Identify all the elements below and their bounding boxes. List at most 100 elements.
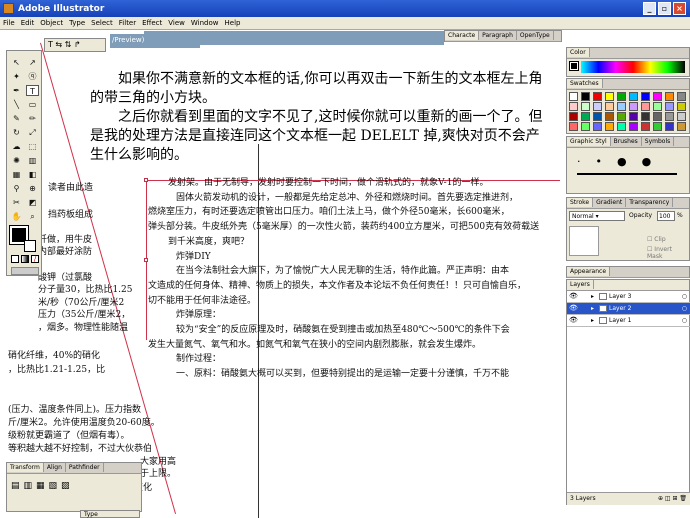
pencil-tool-icon[interactable]: ✏ — [26, 113, 39, 124]
eye-icon[interactable]: 👁 — [569, 303, 578, 314]
layer-actions-icons[interactable]: ⊕ ◫ ⊞ 🗑 — [658, 495, 687, 502]
invert-mask-checkbox[interactable]: ☐ Invert Mask — [647, 246, 689, 260]
swatch[interactable] — [605, 92, 614, 101]
lasso-tool-icon[interactable]: ⓠ — [26, 71, 39, 82]
menu-item-window[interactable]: Window — [188, 17, 222, 27]
swatch[interactable] — [593, 92, 602, 101]
swatch[interactable] — [617, 122, 626, 131]
target-icon[interactable]: ○ — [682, 315, 687, 326]
menu-item-type[interactable]: Type — [66, 17, 88, 27]
tab-color[interactable]: Color — [567, 48, 590, 57]
tab-swatches[interactable]: Swatches — [567, 79, 603, 88]
swatch[interactable] — [641, 122, 650, 131]
swatch[interactable] — [629, 92, 638, 101]
color-mode-icon[interactable] — [11, 255, 19, 263]
align-icons[interactable]: ▤▥▦▧▨ — [11, 481, 74, 491]
tab-symbols[interactable]: Symbols — [642, 137, 675, 146]
swatch-grid[interactable] — [567, 90, 690, 134]
swatch[interactable] — [677, 112, 686, 121]
layer-row[interactable]: 👁 ▸ Layer 1 ○ — [567, 315, 690, 327]
swatch[interactable] — [665, 92, 674, 101]
tab-align[interactable]: Align — [44, 463, 66, 472]
brush-dots-icon[interactable]: ·•●● — [577, 155, 666, 168]
maximize-icon[interactable]: ▫ — [658, 2, 671, 15]
type-tool-icon[interactable]: T — [26, 85, 39, 96]
swatch[interactable] — [617, 92, 626, 101]
blend-mode-select[interactable]: Normal ▾ — [569, 211, 625, 221]
swatch[interactable] — [629, 122, 638, 131]
tab-pathfinder[interactable]: Pathfinder — [66, 463, 104, 472]
type-tools-flyout[interactable]: T ⇆ ⇅ ↱ — [44, 38, 106, 52]
tab-opentype[interactable]: OpenType — [517, 31, 554, 40]
swatch[interactable] — [677, 102, 686, 111]
color-spectrum[interactable] — [581, 61, 685, 73]
stroke-swatch[interactable] — [24, 240, 36, 252]
eye-icon[interactable]: 👁 — [569, 291, 578, 302]
swatch[interactable] — [617, 112, 626, 121]
mesh-tool-icon[interactable]: ▦ — [10, 169, 23, 180]
swatch[interactable] — [653, 122, 662, 131]
brush-stroke-icon[interactable] — [577, 173, 677, 175]
gradient-tool-icon[interactable]: ◧ — [26, 169, 39, 180]
swatch[interactable] — [653, 112, 662, 121]
swatch[interactable] — [569, 102, 578, 111]
slice-tool-icon[interactable]: ◩ — [26, 197, 39, 208]
graph-tool-icon[interactable]: ▥ — [26, 155, 39, 166]
scissors-tool-icon[interactable]: ✂ — [10, 197, 23, 208]
layer-row[interactable]: 👁 ▸ Layer 2 ○ — [567, 303, 690, 315]
menu-item-effect[interactable]: Effect — [139, 17, 165, 27]
frame-handle[interactable] — [144, 178, 148, 182]
direct-selection-tool-icon[interactable]: ↗ — [26, 57, 39, 68]
eye-icon[interactable]: 👁 — [569, 315, 578, 326]
tab-brushes[interactable]: Brushes — [611, 137, 642, 146]
scale-tool-icon[interactable]: ⤢ — [26, 127, 39, 138]
free-transform-tool-icon[interactable]: ⬚ — [26, 141, 39, 152]
swatch[interactable] — [629, 112, 638, 121]
swatch[interactable] — [581, 102, 590, 111]
swatch[interactable] — [677, 122, 686, 131]
pen-tool-icon[interactable]: ✒ — [10, 85, 23, 96]
tab-appearance[interactable]: Appearance — [567, 267, 611, 276]
warp-tool-icon[interactable]: ☁ — [10, 141, 23, 152]
symbol-sprayer-tool-icon[interactable]: ✺ — [10, 155, 23, 166]
menu-item-help[interactable]: Help — [222, 17, 244, 27]
magic-wand-tool-icon[interactable]: ✦ — [10, 71, 23, 82]
menu-item-view[interactable]: View — [165, 17, 188, 27]
selection-tool-icon[interactable]: ↖ — [10, 57, 23, 68]
swatch[interactable] — [617, 102, 626, 111]
swatch[interactable] — [641, 112, 650, 121]
swatch[interactable] — [605, 122, 614, 131]
eyedropper-tool-icon[interactable]: ⚲ — [10, 183, 23, 194]
swatch[interactable] — [665, 102, 674, 111]
tab-gradient[interactable]: Gradient — [593, 198, 627, 207]
swatch[interactable] — [653, 102, 662, 111]
frame-handle[interactable] — [144, 258, 148, 262]
hand-tool-icon[interactable]: ✋ — [10, 211, 23, 222]
swatch[interactable] — [677, 92, 686, 101]
paintbrush-tool-icon[interactable]: ✎ — [10, 113, 23, 124]
clip-checkbox[interactable]: ☐ Clip — [647, 236, 666, 243]
tab-characte[interactable]: Characte — [445, 31, 480, 40]
gradient-mode-icon[interactable] — [21, 255, 29, 263]
tab-stroke[interactable]: Stroke — [567, 198, 594, 207]
swatch[interactable] — [593, 102, 602, 111]
target-icon[interactable]: ○ — [682, 291, 687, 302]
swatch[interactable] — [629, 102, 638, 111]
swatch[interactable] — [605, 112, 614, 121]
swatch[interactable] — [581, 112, 590, 121]
swatch[interactable] — [641, 92, 650, 101]
swatch[interactable] — [569, 92, 578, 101]
swatch[interactable] — [665, 112, 674, 121]
swatch[interactable] — [581, 122, 590, 131]
menu-item-file[interactable]: File — [0, 17, 18, 27]
menu-item-filter[interactable]: Filter — [116, 17, 139, 27]
line-tool-icon[interactable]: ╲ — [10, 99, 23, 110]
type-flyout-icon[interactable]: T ⇆ ⇅ ↱ — [48, 40, 81, 49]
blend-tool-icon[interactable]: ⊕ — [26, 183, 39, 194]
zoom-tool-icon[interactable]: ⌕ — [26, 211, 39, 222]
color-fill-icon[interactable] — [569, 61, 579, 71]
tab-transparency[interactable]: Transparency — [626, 198, 674, 207]
tab-layers[interactable]: Layers — [567, 280, 594, 289]
menu-item-select[interactable]: Select — [88, 17, 116, 27]
swatch[interactable] — [665, 122, 674, 131]
